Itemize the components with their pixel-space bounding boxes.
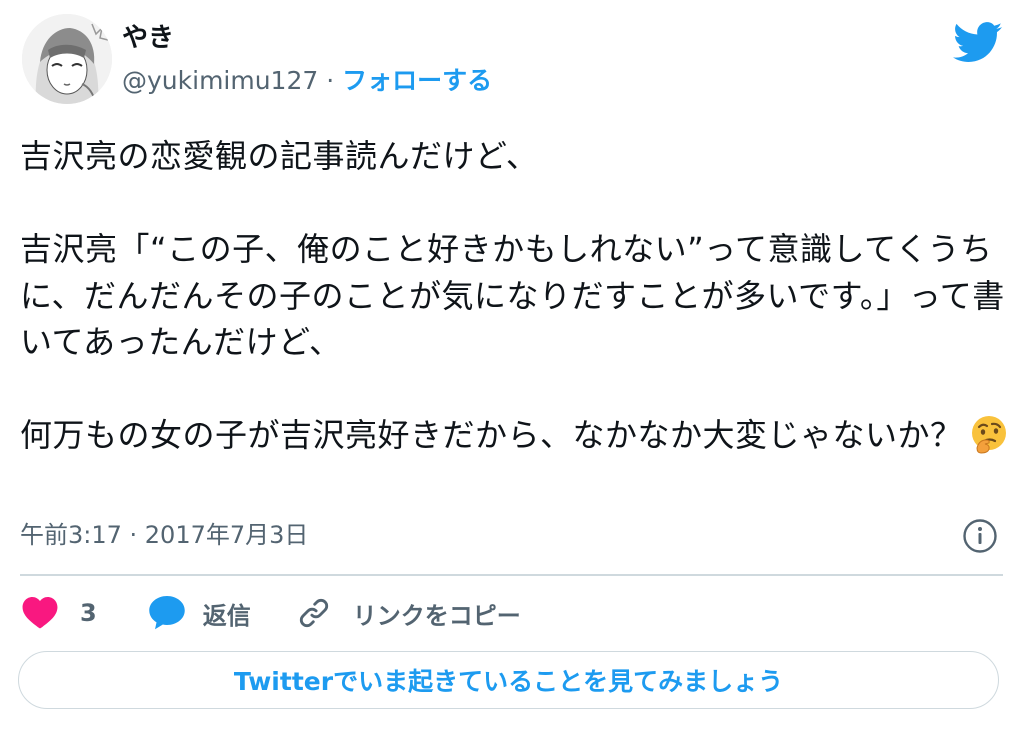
handle-row: @yukimimu127 · フォローする (122, 64, 492, 98)
like-button[interactable]: 3 (22, 597, 97, 629)
copy-link-label: リンクをコピー (352, 601, 521, 630)
copy-link-button[interactable]: リンクをコピー (297, 596, 521, 631)
handle[interactable]: @yukimimu127 (122, 66, 318, 95)
follow-link[interactable]: フォローする (342, 66, 492, 95)
tweet-text: 吉沢亮の恋愛観の記事読んだけど、 吉沢亮「“この子、俺のこと好きかもしれない”っ… (20, 133, 1010, 459)
thinking-face-icon (969, 414, 1009, 454)
divider (20, 574, 1003, 576)
like-count: 3 (80, 599, 97, 627)
handle-separator: · (318, 66, 343, 95)
reply-button[interactable]: 返信 (148, 596, 251, 631)
tweet-text-content: 吉沢亮の恋愛観の記事読んだけど、 吉沢亮「“この子、俺のこと好きかもしれない”っ… (20, 137, 1005, 454)
display-name[interactable]: やき (122, 22, 174, 54)
speech-bubble-icon (148, 596, 185, 630)
action-bar: 3 返信 リンクをコピー (22, 592, 521, 634)
heart-icon (22, 597, 58, 629)
avatar[interactable] (22, 14, 112, 104)
timestamp[interactable]: 午前3:17 · 2017年7月3日 (20, 518, 308, 552)
info-circle-icon[interactable] (962, 518, 998, 554)
reply-label: 返信 (202, 601, 251, 630)
explore-twitter-button[interactable]: Twitterでいま起きていることを見てみましょう (18, 651, 999, 709)
avatar-illustration (22, 14, 112, 104)
twitter-bird-icon[interactable] (953, 22, 1003, 64)
link-icon (299, 598, 328, 628)
